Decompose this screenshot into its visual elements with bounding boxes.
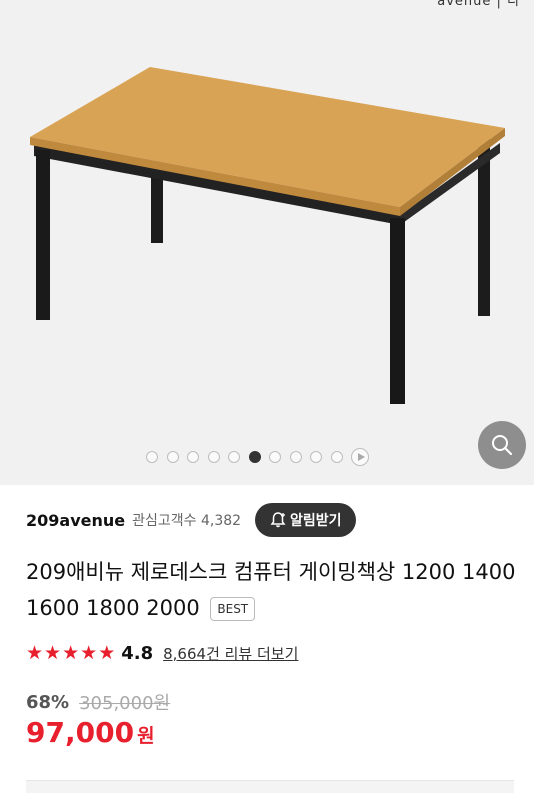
carousel-dot[interactable]: [187, 451, 199, 463]
best-badge: BEST: [210, 597, 256, 621]
seller-info: 209avenue 관심고객수 4,382 알림받기: [26, 503, 356, 537]
notify-button[interactable]: 알림받기: [255, 503, 356, 537]
seller-name[interactable]: 209avenue: [26, 511, 125, 530]
original-price: 305,000원: [79, 693, 171, 714]
product-image-area[interactable]: avenue | 디: [0, 0, 534, 485]
star-rating: ★ ★ ★ ★ ★: [26, 641, 115, 665]
carousel-indicators: [146, 448, 369, 466]
rating-score: 4.8: [121, 642, 154, 664]
star-icon: ★: [26, 642, 44, 664]
star-icon: ★: [80, 642, 98, 664]
rating-row: ★ ★ ★ ★ ★ 4.8 8,664건 리뷰 더보기: [26, 641, 298, 665]
currency-unit: 원: [137, 725, 155, 747]
star-icon: ★: [62, 642, 80, 664]
discount-row: 68% 305,000원: [26, 689, 170, 715]
final-price: 97,000: [26, 716, 135, 749]
discount-rate: 68%: [26, 691, 70, 713]
desk-image: [30, 67, 505, 404]
carousel-dot-active[interactable]: [248, 451, 261, 463]
next-section-edge: [26, 780, 514, 793]
follower-count: 관심고객수 4,382: [132, 513, 242, 529]
carousel-dot[interactable]: [310, 451, 322, 463]
sale-price: 97,000 원: [26, 716, 155, 749]
carousel-dot[interactable]: [146, 451, 158, 463]
bell-plus-icon: [270, 512, 286, 528]
carousel-dot[interactable]: [289, 451, 302, 463]
notify-button-label: 알림받기: [290, 513, 342, 529]
carousel-dot[interactable]: [228, 451, 240, 463]
product-title: 209애비뉴 제로데스크 컴퓨터 게이밍책상 1200 1400 1600 18…: [26, 554, 521, 626]
product-title-text: 209애비뉴 제로데스크 컴퓨터 게이밍책상 1200 1400 1600 18…: [26, 560, 516, 620]
search-icon: [492, 435, 513, 456]
star-icon: ★: [44, 642, 62, 664]
carousel-dot[interactable]: [269, 451, 281, 463]
carousel-dot[interactable]: [166, 451, 179, 463]
video-play-icon[interactable]: [351, 448, 369, 466]
review-link[interactable]: 8,664건 리뷰 더보기: [163, 643, 298, 664]
star-icon: ★: [98, 642, 116, 664]
carousel-dot[interactable]: [207, 451, 220, 463]
carousel-dot[interactable]: [330, 451, 343, 463]
zoom-button[interactable]: [478, 421, 526, 469]
